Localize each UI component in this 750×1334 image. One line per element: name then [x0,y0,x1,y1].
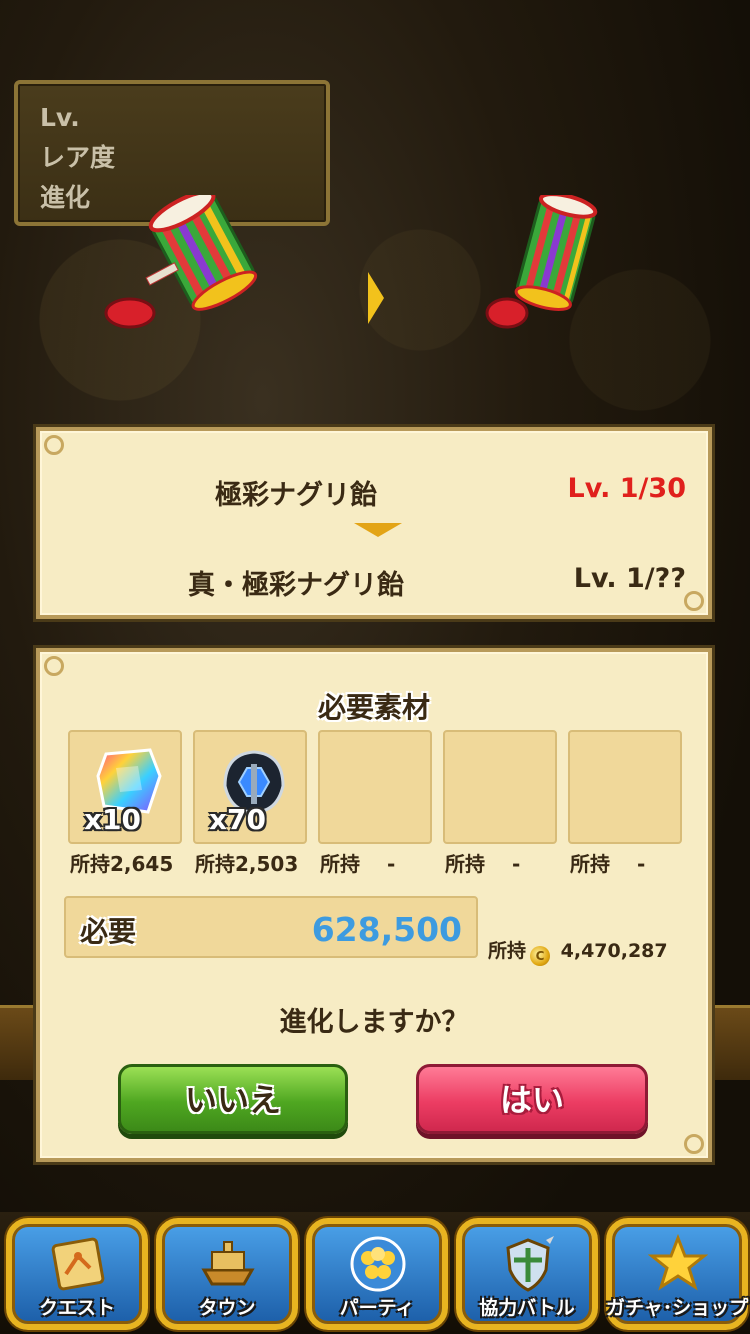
nav-label: タウン [198,1297,256,1319]
nav-label: クエスト [38,1297,115,1319]
stat-level-label: Lv. [40,103,80,132]
evolution-panel: 極彩ナグリ飴 Lv. 1/30 真・極彩ナグリ飴 Lv. 1/?? [36,427,712,619]
nav-label: 協力バトル [479,1297,575,1319]
materials-title: 必要素材 [317,691,430,724]
nav-party[interactable]: パーティ [306,1218,448,1330]
coins-owned-value: 4,470,287 [560,940,668,962]
material-owned-count: 所持 - [320,852,396,876]
material-slot-empty [318,730,432,844]
coins-owned: 所持 C 4,470,287 [488,936,668,966]
nav-gacha-shop[interactable]: ガチャ･ショップ [606,1218,748,1330]
quest-map-icon [51,1237,105,1291]
coins-owned-label: 所持 [488,940,527,962]
material-owned-count: 所持 - [570,852,646,876]
candy-hammer-evolved-icon [485,195,598,329]
cost-value: 628,500 [311,910,462,949]
no-button[interactable]: いいえ [118,1064,348,1134]
material-slot[interactable]: x70 [193,730,307,844]
material-owned-count: 所持 - [445,852,521,876]
cost-box: 必要 628,500 [64,896,478,958]
nav-quest[interactable]: クエスト [6,1218,148,1330]
nav-label: パーティ [339,1297,415,1319]
material-quantity: x70 [209,803,267,836]
star-icon [648,1234,708,1291]
shield-swords-icon [506,1236,554,1292]
party-icon [350,1236,406,1292]
to-item-name: 真・極彩ナグリ飴 [188,570,404,601]
to-item-level: Lv. 1/?? [573,563,686,594]
material-quantity: x10 [84,803,142,836]
nav-coop-battle[interactable]: 協力バトル [456,1218,598,1330]
cost-label: 必要 [80,915,137,948]
material-owned-count: 所持2,645 [70,852,174,876]
town-ship-icon [201,1241,255,1286]
stat-rarity-label: レア度 [40,143,116,172]
nav-label: ガチャ･ショップ [606,1297,749,1319]
material-slot[interactable]: x10 [68,730,182,844]
materials-panel: 必要素材 x10 x70 所持2,645 所持2,503 所持 - 所持 - 所… [36,648,712,1162]
from-item-name: 極彩ナグリ飴 [215,480,377,511]
coin-icon: C [530,946,551,966]
material-owned-count: 所持2,503 [195,852,299,876]
candy-hammer-icon [104,195,258,329]
material-slot-empty [443,730,557,844]
confirm-question: 進化しますか？ [279,1007,469,1038]
yes-button[interactable]: はい [416,1064,648,1134]
material-slot-empty [568,730,682,844]
bottom-nav: クエスト タウン パーティ 協力バトル ガチャ･ショップ [0,1212,750,1334]
from-item-level: Lv. 1/30 [567,473,686,504]
evolve-arrow-icon [368,272,384,324]
down-arrow-icon [354,523,402,537]
nav-town[interactable]: タウン [156,1218,298,1330]
